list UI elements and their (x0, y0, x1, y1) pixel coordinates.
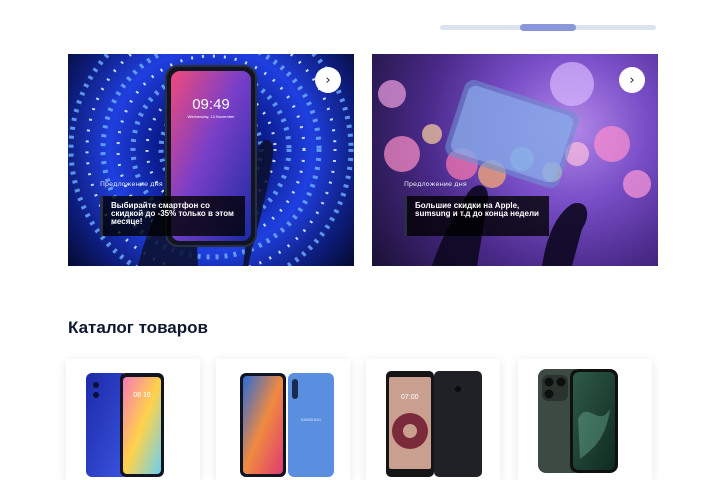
carousel-scrollbar[interactable] (440, 24, 656, 31)
banner-caption: Выбирайте смартфон со скидкой до -35% то… (111, 201, 234, 226)
phone-clock: 09:49 (192, 96, 230, 113)
chevron-right-icon: › (325, 72, 331, 88)
product-card-1[interactable]: 08 16 (66, 359, 200, 480)
iphone-phone-image (538, 369, 618, 473)
banner-caption-box: Выбирайте смартфон со скидкой до -35% то… (100, 196, 245, 236)
promo-banner-2[interactable]: › Предложение дня Большие скидки на Appl… (372, 54, 658, 266)
lg-phone-image: 07:00 (386, 371, 482, 477)
catalog-title: Каталог товаров (68, 318, 208, 337)
phone-screen-time: 07:00 (401, 394, 419, 401)
carousel-scrollbar-thumb[interactable] (520, 24, 576, 31)
phone-screen-time: 08 16 (133, 392, 151, 399)
promo-banner-1[interactable]: 09:49 Wednesday, 13 November › Предложен… (68, 54, 354, 266)
banner-kicker: Предложение дня (404, 180, 467, 188)
product-card-2[interactable]: SAMSUNG (216, 359, 350, 480)
phone-brand-text: SAMSUNG (301, 417, 321, 422)
samsung-phone-image: SAMSUNG (240, 373, 334, 477)
banner-caption: Большие скидки на Apple, sumsung и т.д д… (415, 201, 539, 218)
product-card-4[interactable] (518, 359, 652, 480)
chevron-right-icon: › (629, 72, 635, 88)
xiaomi-phone-image: 08 16 (86, 373, 164, 477)
banner-next-button[interactable]: › (619, 67, 645, 93)
banner-caption-box: Большие скидки на Apple, sumsung и т.д д… (404, 196, 549, 236)
phone-date: Wednesday, 13 November (188, 114, 236, 119)
product-card-3[interactable]: 07:00 (366, 359, 500, 480)
banner-next-button[interactable]: › (315, 67, 341, 93)
banner-kicker: Предложение дня (100, 180, 163, 188)
